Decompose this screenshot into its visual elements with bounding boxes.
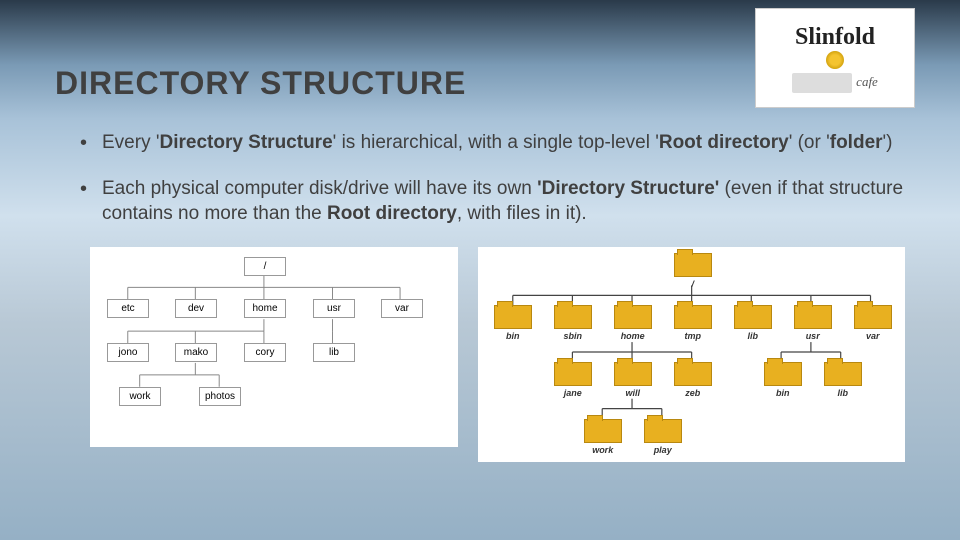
node: cory bbox=[244, 343, 286, 362]
folder-icon bbox=[554, 362, 592, 386]
folder: sbin bbox=[550, 305, 596, 341]
folder: work bbox=[580, 419, 626, 455]
logo-main: Slinfold bbox=[795, 24, 875, 50]
folder: zeb bbox=[670, 362, 716, 398]
bullet-list: Every 'Directory Structure' is hierarchi… bbox=[55, 130, 905, 227]
tree-diagram-left: / etc dev home usr var jono mako cory li… bbox=[90, 247, 458, 447]
folder-icon bbox=[644, 419, 682, 443]
logo: Slinfold cafe bbox=[755, 8, 915, 108]
folder-icon bbox=[614, 362, 652, 386]
folder-icon bbox=[584, 419, 622, 443]
folder-icon bbox=[854, 305, 892, 329]
folder-icon bbox=[764, 362, 802, 386]
folder: play bbox=[640, 419, 686, 455]
folder-icon bbox=[824, 362, 862, 386]
node-root: / bbox=[244, 257, 286, 276]
folder: lib bbox=[820, 362, 866, 398]
folder-icon bbox=[734, 305, 772, 329]
node: photos bbox=[199, 387, 241, 406]
node: usr bbox=[313, 299, 355, 318]
folder: bin bbox=[760, 362, 806, 398]
node: jono bbox=[107, 343, 149, 362]
bullet-1: Every 'Directory Structure' is hierarchi… bbox=[80, 130, 905, 156]
folder: usr bbox=[790, 305, 836, 341]
folder: home bbox=[610, 305, 656, 341]
folder-icon bbox=[554, 305, 592, 329]
folder-icon bbox=[494, 305, 532, 329]
logo-sub: cafe bbox=[856, 74, 878, 90]
node: mako bbox=[175, 343, 217, 362]
folder-icon bbox=[674, 253, 712, 277]
folder-icon bbox=[614, 305, 652, 329]
folder: will bbox=[610, 362, 656, 398]
folder: lib bbox=[730, 305, 776, 341]
folder-icon bbox=[674, 305, 712, 329]
folder: tmp bbox=[670, 305, 716, 341]
node: lib bbox=[313, 343, 355, 362]
compass-icon bbox=[826, 51, 844, 69]
node: var bbox=[381, 299, 423, 318]
node: dev bbox=[175, 299, 217, 318]
node: work bbox=[119, 387, 161, 406]
node: home bbox=[244, 299, 286, 318]
folder-root: / bbox=[670, 253, 716, 289]
keyboard-icon bbox=[792, 73, 852, 93]
tree-diagram-right: / bin sbin home tmp lib usr var jane wil… bbox=[478, 247, 905, 462]
folder-icon bbox=[674, 362, 712, 386]
node: etc bbox=[107, 299, 149, 318]
folder: var bbox=[850, 305, 896, 341]
folder: bin bbox=[490, 305, 536, 341]
bullet-2: Each physical computer disk/drive will h… bbox=[80, 176, 905, 227]
folder-icon bbox=[794, 305, 832, 329]
folder: jane bbox=[550, 362, 596, 398]
